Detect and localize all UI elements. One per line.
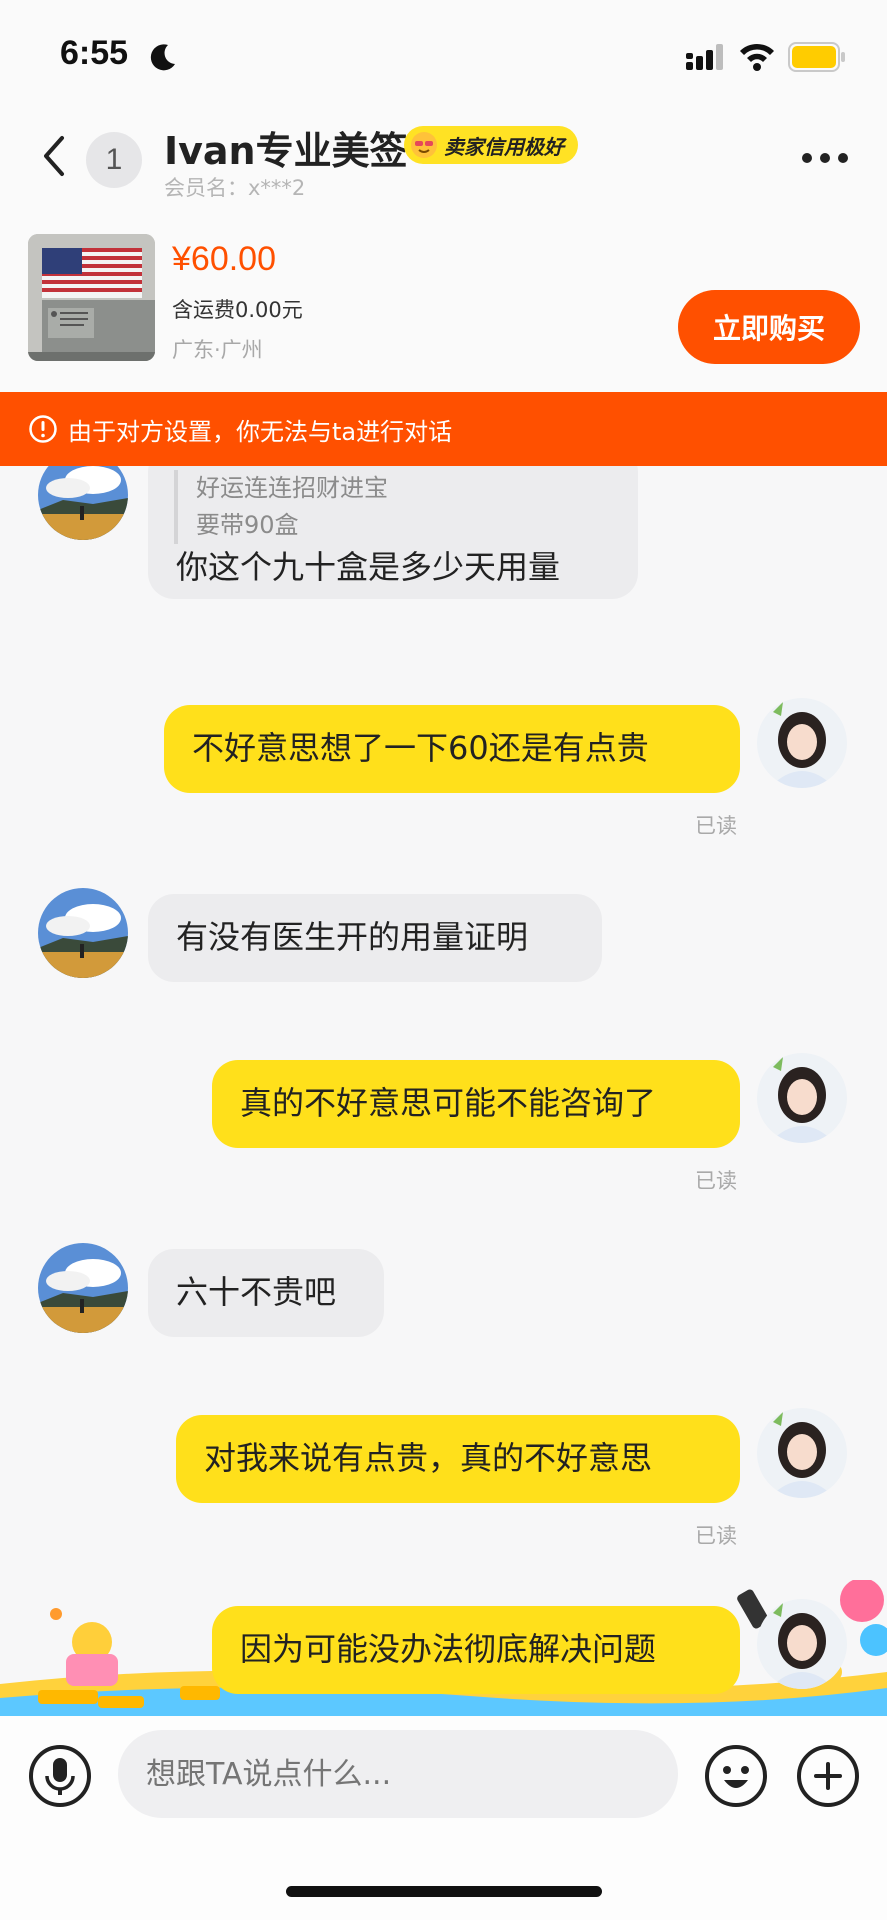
read-receipt: 已读 (695, 814, 737, 838)
chat-messages[interactable]: 好运连连招财进宝 要带90盒 你这个九十盒是多少天用量 不好意思想了一下60还是… (0, 466, 887, 1716)
unread-count-badge[interactable]: 1 (86, 132, 142, 188)
message-text: 有没有医生开的用量证明 (176, 918, 529, 956)
seller-badge-label: 卖家信用极好 (444, 134, 564, 159)
contact-avatar[interactable] (38, 466, 128, 540)
contact-avatar[interactable] (38, 1243, 128, 1333)
product-price: ¥60.00 (172, 240, 276, 278)
plus-icon[interactable] (796, 1744, 860, 1808)
message-input[interactable] (118, 1730, 678, 1818)
message-bubble-sent[interactable]: 对我来说有点贵，真的不好意思 (176, 1415, 740, 1503)
home-indicator (286, 1886, 602, 1897)
quoted-line: 好运连连招财进宝 (196, 474, 388, 502)
read-receipt: 已读 (695, 1524, 737, 1548)
message-bubble-sent[interactable]: 不好意思想了一下60还是有点贵 (164, 705, 740, 793)
message-bubble-received[interactable]: 好运连连招财进宝 要带90盒 你这个九十盒是多少天用量 (148, 466, 638, 599)
my-avatar[interactable] (757, 698, 847, 788)
message-text: 六十不贵吧 (176, 1273, 337, 1311)
chat-header: 1 Ivan专业美签 卖家信用极好 会员名：x***2 (0, 118, 887, 218)
contact-avatar[interactable] (38, 888, 128, 978)
more-options-icon[interactable] (800, 148, 850, 168)
read-receipt: 已读 (695, 1169, 737, 1193)
message-text: 对我来说有点贵，真的不好意思 (204, 1439, 653, 1477)
message-text: 你这个九十盒是多少天用量 (176, 548, 561, 586)
emoji-icon[interactable] (704, 1744, 768, 1808)
product-card[interactable]: ¥60.00 含运费0.00元 广东·广州 立即购买 (0, 228, 887, 392)
message-text: 真的不好意思可能不能咨询了 (240, 1084, 657, 1122)
shipping-fee: 含运费0.00元 (172, 298, 303, 322)
sunglasses-face-icon (411, 132, 437, 158)
message-bubble-received[interactable]: 有没有医生开的用量证明 (148, 894, 602, 982)
seller-location: 广东·广州 (172, 338, 263, 362)
status-bar: 6:55 (0, 0, 887, 110)
signal-icon (686, 44, 723, 70)
message-bubble-sent[interactable]: 因为可能没办法彻底解决问题 (212, 1606, 740, 1694)
buy-now-button[interactable]: 立即购买 (678, 290, 860, 364)
member-id: 会员名：x***2 (164, 176, 306, 200)
moon-icon (150, 44, 175, 71)
product-thumbnail[interactable] (28, 234, 155, 361)
battery-icon (788, 42, 845, 72)
my-avatar[interactable] (757, 1408, 847, 1498)
message-bubble-sent[interactable]: 真的不好意思可能不能咨询了 (212, 1060, 740, 1148)
my-avatar[interactable] (757, 1599, 847, 1689)
quoted-line: 要带90盒 (196, 511, 299, 539)
message-bubble-received[interactable]: 六十不贵吧 (148, 1249, 384, 1337)
voice-input-icon[interactable] (28, 1744, 92, 1808)
message-text: 因为可能没办法彻底解决问题 (240, 1630, 657, 1668)
message-input-bar (0, 1716, 887, 1920)
back-arrow-icon[interactable] (36, 132, 72, 180)
quoted-message: 好运连连招财进宝 要带90盒 (174, 470, 388, 544)
contact-name: Ivan专业美签 (164, 129, 408, 173)
seller-credit-badge: 卖家信用极好 (404, 126, 578, 164)
warning-banner: 由于对方设置，你无法与ta进行对话 (0, 392, 887, 466)
my-avatar[interactable] (757, 1053, 847, 1143)
warning-text: 由于对方设置，你无法与ta进行对话 (68, 418, 453, 446)
wifi-icon (740, 43, 774, 71)
message-text: 不好意思想了一下60还是有点贵 (192, 729, 649, 767)
status-time: 6:55 (60, 34, 129, 72)
alert-circle-icon (29, 415, 57, 443)
